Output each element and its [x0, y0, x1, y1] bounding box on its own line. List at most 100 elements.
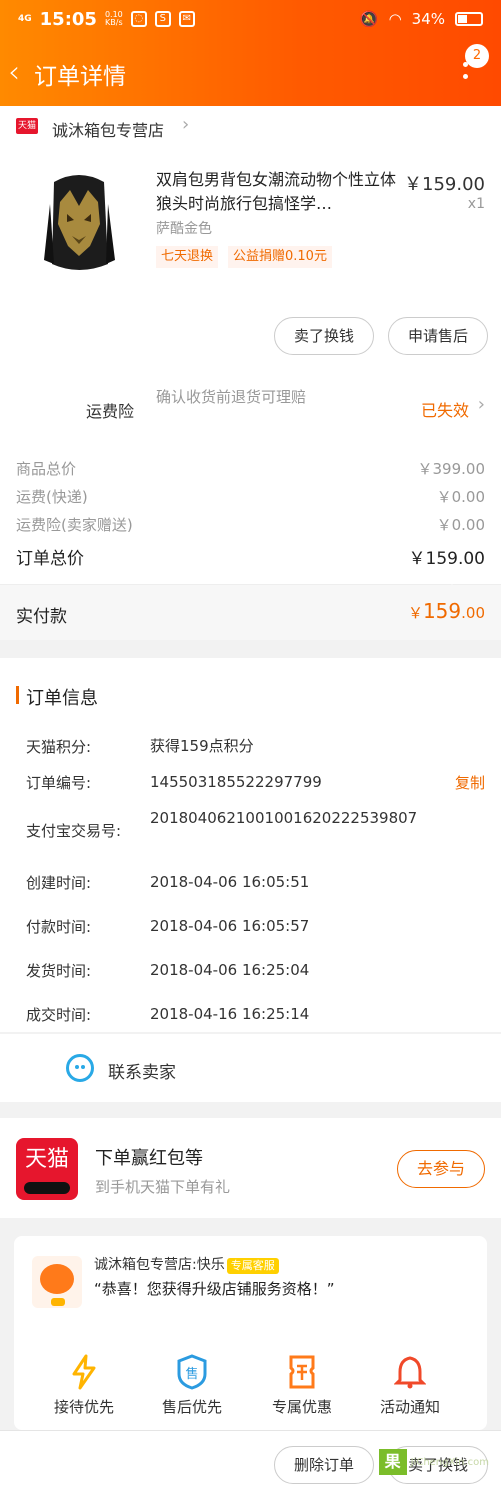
service-event-notice[interactable]: 活动通知 — [360, 1354, 460, 1417]
product-quantity: x1 — [467, 196, 485, 212]
watermark-logo: 果 JiChengXin.com — [369, 1449, 489, 1497]
cost-value: ￥0.00 — [436, 516, 485, 534]
wechat-icon: ◌ — [130, 11, 147, 27]
service-exclusive-discount[interactable]: 专属优惠 — [252, 1354, 352, 1417]
chat-face-icon — [66, 1054, 94, 1082]
paid-amount-row: 实付款 ￥159.00 — [0, 584, 501, 640]
service-reception-priority[interactable]: 接待优先 — [34, 1354, 134, 1417]
service-item-label: 售后优先 — [161, 1398, 222, 1416]
service-item-label: 接待优先 — [53, 1398, 114, 1416]
promo-subtitle: 到手机天猫下单有礼 — [95, 1178, 231, 1196]
store-service-card: 诚沐箱包专营店:快乐 专属客服 “恭喜！您获得升级店铺服务资格！” 接待优先 售 … — [14, 1236, 487, 1430]
chevron-right-icon: › — [182, 114, 190, 135]
store-row[interactable]: 天猫 诚沐箱包专营店 › — [0, 106, 501, 146]
product-image[interactable] — [22, 164, 137, 279]
tmall-promo-banner: 天猫 下单赢红包等 到手机天猫下单有礼 去参与 — [0, 1118, 501, 1218]
product-card: 双肩包男背包女潮流动物个性立体狼头时尚旅行包搞怪学… ￥159.00 x1 萨酷… — [0, 146, 501, 366]
bell-icon — [393, 1354, 427, 1390]
section-accent-bar — [16, 686, 19, 704]
info-key: 订单编号: — [26, 774, 92, 792]
insurance-desc: 确认收货前退货可理赔 — [156, 388, 307, 406]
contact-seller-row[interactable]: 联系卖家 — [0, 1034, 501, 1102]
more-menu-button[interactable]: 2 — [451, 44, 489, 94]
info-value: 2018-04-16 16:25:14 — [150, 1005, 310, 1023]
tmall-logo-icon: 天猫 — [16, 1138, 78, 1200]
cost-label: 运费(快递) — [16, 488, 88, 506]
contact-seller-label: 联系卖家 — [108, 1063, 176, 1083]
pumpkin-mascot-icon — [40, 1264, 74, 1306]
status-bar: 4G 15:05 0.10 KB/s ◌ S ✉ 🔕 ◠ 34% — [18, 8, 483, 30]
mail-icon: ✉ — [178, 11, 195, 27]
status-time: 15:05 — [39, 8, 97, 30]
tag-charity: 公益捐赠0.10元 — [228, 246, 332, 268]
exclusive-service-tag: 专属客服 — [226, 1258, 279, 1274]
cost-label: 运费险(卖家赠送) — [16, 516, 133, 534]
service-item-label: 活动通知 — [379, 1398, 440, 1416]
cost-row: 商品总价 ￥399.00 — [16, 458, 485, 482]
order-total-label: 订单总价 — [16, 549, 84, 569]
info-key: 天猫积分: — [26, 738, 92, 756]
nav-bar: ‹ 订单详情 2 — [0, 44, 501, 94]
battery-icon — [455, 12, 483, 26]
insurance-status: 已失效 — [420, 401, 469, 420]
info-value: 2018-04-06 16:25:04 — [150, 961, 310, 979]
cost-value: ￥399.00 — [417, 460, 486, 478]
join-button[interactable]: 去参与 — [397, 1150, 485, 1188]
store-name: 诚沐箱包专营店 — [52, 121, 165, 140]
promo-title: 下单赢红包等 — [95, 1148, 203, 1169]
cost-row: 运费(快递) ￥0.00 — [16, 486, 485, 510]
info-key: 发货时间: — [26, 962, 92, 980]
network-indicator: 4G — [18, 13, 32, 24]
order-total-row: 订单总价 ￥159.00 — [16, 544, 485, 569]
product-price: ￥159.00 — [404, 174, 485, 195]
page-title: 订单详情 — [34, 64, 126, 90]
message-count-badge: 2 — [465, 44, 489, 68]
cost-value: ￥0.00 — [436, 488, 485, 506]
tag-seven-day-return: 七天退换 — [156, 246, 219, 268]
service-after-sale-priority[interactable]: 售 售后优先 — [142, 1354, 242, 1417]
info-key: 付款时间: — [26, 918, 92, 936]
info-key: 创建时间: — [26, 874, 92, 892]
delete-order-button[interactable]: 删除订单 — [274, 1446, 374, 1484]
paid-label: 实付款 — [16, 607, 67, 627]
info-value: 2018-04-06 16:05:57 — [150, 917, 310, 935]
cost-summary: 商品总价 ￥399.00 运费(快递) ￥0.00 运费险(卖家赠送) ￥0.0… — [0, 446, 501, 584]
after-sale-button[interactable]: 申请售后 — [388, 317, 488, 355]
coupon-icon — [286, 1354, 318, 1390]
service-item-label: 专属优惠 — [271, 1398, 332, 1416]
pointer-notch — [443, 584, 461, 593]
app-notification-icon: S — [154, 11, 171, 27]
service-agent-name: 诚沐箱包专营店:快乐 专属客服 — [94, 1254, 279, 1274]
svg-text:售: 售 — [185, 1366, 198, 1382]
sell-button[interactable]: 卖了换钱 — [274, 317, 374, 355]
info-key: 成交时间: — [26, 1006, 92, 1024]
store-service-section: 诚沐箱包专营店:快乐 专属客服 “恭喜！您获得升级店铺服务资格！” 接待优先 售 … — [0, 1218, 501, 1430]
info-value: 2018040621001001620222539807 — [150, 809, 418, 827]
service-quote: “恭喜！您获得升级店铺服务资格！” — [94, 1280, 335, 1298]
order-info-section: 订单信息 天猫积分: 获得159点积分 订单编号: 14550318552229… — [0, 658, 501, 1032]
mute-icon: 🔕 — [359, 10, 379, 28]
wifi-icon: ◠ — [388, 10, 402, 28]
info-value: 获得159点积分 — [150, 737, 254, 755]
more-dot-icon — [463, 74, 468, 79]
product-spec: 萨酷金色 — [156, 221, 212, 237]
network-speed: 0.10 KB/s — [104, 10, 123, 27]
cost-row: 运费险(卖家赠送) ￥0.00 — [16, 514, 485, 538]
product-title[interactable]: 双肩包男背包女潮流动物个性立体狼头时尚旅行包搞怪学… — [156, 168, 396, 216]
copy-order-number-button[interactable]: 复制 — [455, 772, 485, 793]
cost-label: 商品总价 — [16, 460, 77, 478]
bottom-action-bar: 删除订单 卖了换钱 果 JiChengXin.com — [0, 1430, 501, 1500]
lightning-icon — [68, 1354, 100, 1390]
shield-icon: 售 — [176, 1354, 208, 1390]
back-arrow-icon[interactable]: ‹ — [8, 58, 30, 89]
info-value: 2018-04-06 16:05:51 — [150, 873, 310, 891]
section-title: 订单信息 — [26, 688, 98, 709]
order-total-value: ￥159.00 — [408, 549, 485, 569]
paid-value: ￥159.00 — [407, 599, 485, 623]
shipping-insurance-row[interactable]: 运费险 确认收货前退货可理赔 已失效 › — [0, 366, 501, 446]
insurance-label: 运费险 — [86, 402, 135, 421]
info-key: 支付宝交易号: — [26, 822, 122, 840]
app-header: 4G 15:05 0.10 KB/s ◌ S ✉ 🔕 ◠ 34% ‹ 订单详情 2 — [0, 0, 501, 106]
battery-percent: 34% — [411, 10, 445, 28]
service-avatar — [32, 1256, 82, 1308]
